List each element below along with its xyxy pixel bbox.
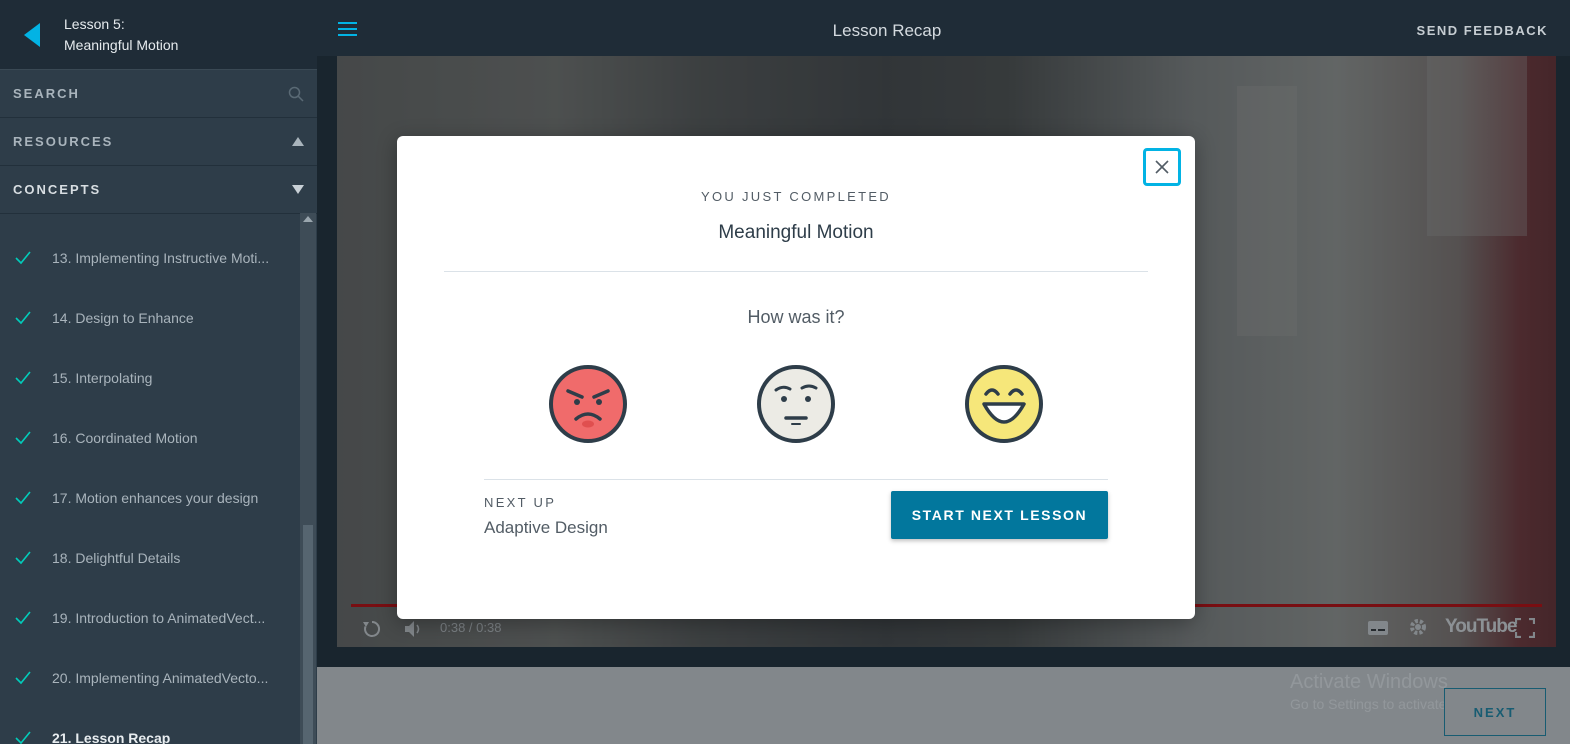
scroll-thumb[interactable] xyxy=(303,525,313,744)
start-next-lesson-button[interactable]: START NEXT LESSON xyxy=(891,491,1108,539)
next-lesson-name: Adaptive Design xyxy=(484,518,608,537)
checkmark-icon xyxy=(15,551,31,565)
concept-item[interactable]: 18. Delightful Details xyxy=(0,528,300,588)
concept-label: 21. Lesson Recap xyxy=(52,730,171,744)
page-title: Lesson Recap xyxy=(832,21,942,40)
search-row[interactable]: SEARCH xyxy=(0,70,317,118)
checkmark-icon xyxy=(15,311,31,325)
divider xyxy=(444,271,1148,272)
neutral-face-rating-icon[interactable] xyxy=(756,364,836,444)
rating-question: How was it? xyxy=(747,307,845,327)
concept-label: 14. Design to Enhance xyxy=(52,310,194,326)
concept-item[interactable]: 19. Introduction to AnimatedVect... xyxy=(0,588,300,648)
concept-item-current[interactable]: 21. Lesson Recap xyxy=(0,708,300,744)
sidebar-header: Lesson 5: Meaningful Motion xyxy=(0,0,317,70)
top-bar: Lesson Recap SEND FEEDBACK xyxy=(317,0,1570,56)
concept-item[interactable]: 16. Coordinated Motion xyxy=(0,408,300,468)
lesson-complete-modal: YOU JUST COMPLETED Meaningful Motion How… xyxy=(397,136,1195,619)
close-button[interactable] xyxy=(1143,148,1181,186)
happy-face-rating-icon[interactable] xyxy=(964,364,1044,444)
concepts-toggle[interactable]: CONCEPTS xyxy=(0,166,317,214)
checkmark-icon xyxy=(15,731,31,744)
send-feedback-link[interactable]: SEND FEEDBACK xyxy=(1417,23,1548,38)
back-button[interactable] xyxy=(0,0,64,69)
close-icon xyxy=(1155,160,1169,174)
caret-up-icon xyxy=(292,137,304,146)
sidebar: Lesson 5: Meaningful Motion SEARCH RESOU… xyxy=(0,0,317,744)
concept-label: 20. Implementing AnimatedVecto... xyxy=(52,670,269,686)
concept-item[interactable]: 13. Implementing Instructive Moti... xyxy=(0,228,300,288)
resources-label: RESOURCES xyxy=(13,134,114,149)
checkmark-icon xyxy=(15,671,31,685)
back-arrow-icon xyxy=(24,22,40,47)
concept-list: 13. Implementing Instructive Moti... 14.… xyxy=(0,213,300,744)
completed-lesson-name: Meaningful Motion xyxy=(718,222,874,243)
resources-toggle[interactable]: RESOURCES xyxy=(0,118,317,166)
completed-label: YOU JUST COMPLETED xyxy=(701,189,891,204)
lesson-title: Lesson 5: Meaningful Motion xyxy=(64,14,178,56)
sidebar-scrollbar[interactable] xyxy=(300,213,316,744)
checkmark-icon xyxy=(15,431,31,445)
concept-label: 17. Motion enhances your design xyxy=(52,490,259,506)
checkmark-icon xyxy=(15,611,31,625)
checkmark-icon xyxy=(15,371,31,385)
checkmark-icon xyxy=(15,251,31,265)
concept-item[interactable]: 14. Design to Enhance xyxy=(0,288,300,348)
search-icon[interactable] xyxy=(288,86,304,102)
divider xyxy=(484,479,1108,480)
concept-label: 19. Introduction to AnimatedVect... xyxy=(52,610,266,626)
caret-down-icon xyxy=(292,185,304,194)
concept-item[interactable]: 20. Implementing AnimatedVecto... xyxy=(0,648,300,708)
angry-face-rating-icon[interactable] xyxy=(548,364,628,444)
concept-label: 13. Implementing Instructive Moti... xyxy=(52,250,270,266)
concept-label: 16. Coordinated Motion xyxy=(52,430,198,446)
concept-item[interactable]: 17. Motion enhances your design xyxy=(0,468,300,528)
lesson-name: Meaningful Motion xyxy=(64,36,179,53)
concept-item[interactable]: 15. Interpolating xyxy=(0,348,300,408)
checkmark-icon xyxy=(15,491,31,505)
concept-label: 18. Delightful Details xyxy=(52,550,181,566)
next-up-label: NEXT UP xyxy=(484,495,557,510)
concept-label: 15. Interpolating xyxy=(52,370,153,386)
search-label: SEARCH xyxy=(13,86,80,101)
concepts-label: CONCEPTS xyxy=(13,182,102,197)
scroll-up-arrow-icon[interactable] xyxy=(303,216,313,222)
lesson-number: Lesson 5: xyxy=(64,15,125,32)
